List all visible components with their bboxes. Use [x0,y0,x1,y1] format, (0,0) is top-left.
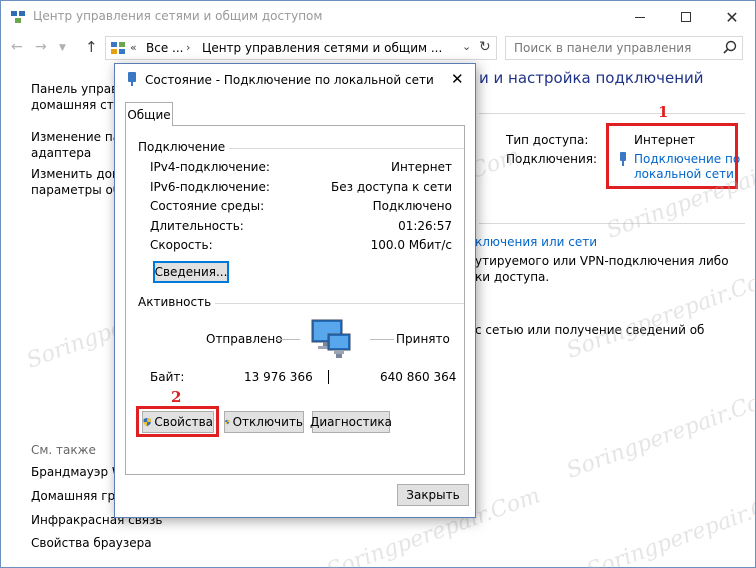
duration-label: Длительность: [150,219,244,233]
control-panel-icon [111,42,125,54]
media-state-label: Состояние среды: [150,199,265,213]
see-also-title: См. также [31,443,96,457]
breadcrumb-separator-icon[interactable]: › [186,41,190,54]
divider-2 [479,223,745,224]
network-center-icon [11,11,25,23]
watermark: Soringperepair.Com [563,383,756,484]
bytes-sent-value: 13 976 366 [244,370,313,384]
bytes-received-value: 640 860 364 [380,370,457,384]
title-bar: Центр управления сетями и общим доступом… [1,1,755,33]
disable-button[interactable]: Отключить [224,411,304,433]
sidebar-item-sharing-settings[interactable]: Изменить допо [31,166,127,183]
address-dropdown-icon[interactable]: ⌄ [462,40,471,53]
forward-arrow-icon[interactable]: → [35,39,47,55]
breadcrumb-current[interactable]: Центр управления сетями и общим ... [202,41,442,55]
setup-connection-link[interactable]: ключения или сети [475,235,597,249]
details-button[interactable]: Сведения... [153,261,229,283]
search-input[interactable] [514,40,714,56]
speed-label: Скорость: [150,238,213,252]
ipv6-label: IPv6-подключение: [150,180,270,194]
navigation-bar: ← → ▼ ↑ « Все ... › Центр управления сет… [1,33,755,63]
minimize-button[interactable] [617,1,663,33]
speed-value: 100.0 Мбит/с [370,238,452,252]
refresh-icon[interactable]: ↻ [479,39,491,55]
ipv4-label: IPv4-подключение: [150,160,270,174]
address-bar[interactable]: « Все ... › Центр управления сетями и об… [105,36,497,60]
received-line [370,339,394,340]
maximize-icon [681,12,691,22]
dialog-title-bar: Состояние - Подключение по локальной сет… [115,64,475,96]
connection-group-title: Подключение [138,140,230,154]
disable-button-label: Отключить [232,415,303,429]
highlight-box-2 [136,406,219,437]
search-box[interactable] [505,36,743,60]
media-state-value: Подключено [372,199,452,213]
troubleshoot-description: с сетью или получение сведений об [475,323,705,337]
search-icon[interactable] [722,40,738,56]
close-button[interactable]: Закрыть [397,484,469,506]
breadcrumb-overflow-icon[interactable]: « [130,41,137,54]
ipv6-value: Без доступа к сети [331,180,452,194]
close-icon: ✕ [725,7,739,27]
see-also-browser-properties[interactable]: Свойства браузера [31,535,152,552]
watermark: Soringperepair.Com [563,263,756,364]
up-arrow-icon[interactable]: ↑ [85,38,98,56]
ipv4-value: Интернет [390,160,452,174]
page-heading: и и настройка подключений [479,69,704,87]
dialog-close-icon[interactable]: ✕ [451,70,464,88]
network-computers-icon [311,319,351,358]
breadcrumb-root[interactable]: Все ... [146,41,183,55]
duration-value: 01:26:57 [398,219,452,233]
setup-description-line2: ки доступа. [475,270,550,284]
minimize-icon [635,16,645,18]
network-adapter-icon [128,72,136,86]
access-type-label: Тип доступа: [506,133,589,147]
dialog-title: Состояние - Подключение по локальной сет… [145,73,434,87]
window-title: Центр управления сетями и общим доступом [33,9,323,23]
received-label: Принято [396,332,450,346]
marker-1: 1 [658,103,669,121]
highlight-box-1 [606,123,738,189]
sent-line [276,339,300,340]
connections-label: Подключения: [506,152,598,166]
bytes-divider [328,370,329,384]
activity-group-title: Активность [138,295,216,309]
diagnose-button[interactable]: Диагностика [310,411,392,433]
setup-description-line1: утируемого или VPN-подключения либо [475,254,729,268]
recent-pages-icon[interactable]: ▼ [59,43,66,53]
divider [479,113,745,114]
marker-2: 2 [171,388,182,406]
sent-label: Отправлено [206,332,283,346]
watermark: Soringperepair.Com [583,483,756,568]
bytes-label: Байт: [150,370,185,384]
close-window-button[interactable]: ✕ [709,1,755,33]
uac-shield-icon [225,419,230,425]
status-dialog: Состояние - Подключение по локальной сет… [114,63,476,518]
back-arrow-icon[interactable]: ← [11,39,23,55]
tab-general[interactable]: Общие [125,102,173,126]
sidebar-item-adapter-settings-line2[interactable]: адаптера [31,145,91,162]
see-also-firewall[interactable]: Брандмауэр Wi [31,464,127,481]
maximize-button[interactable] [663,1,709,33]
